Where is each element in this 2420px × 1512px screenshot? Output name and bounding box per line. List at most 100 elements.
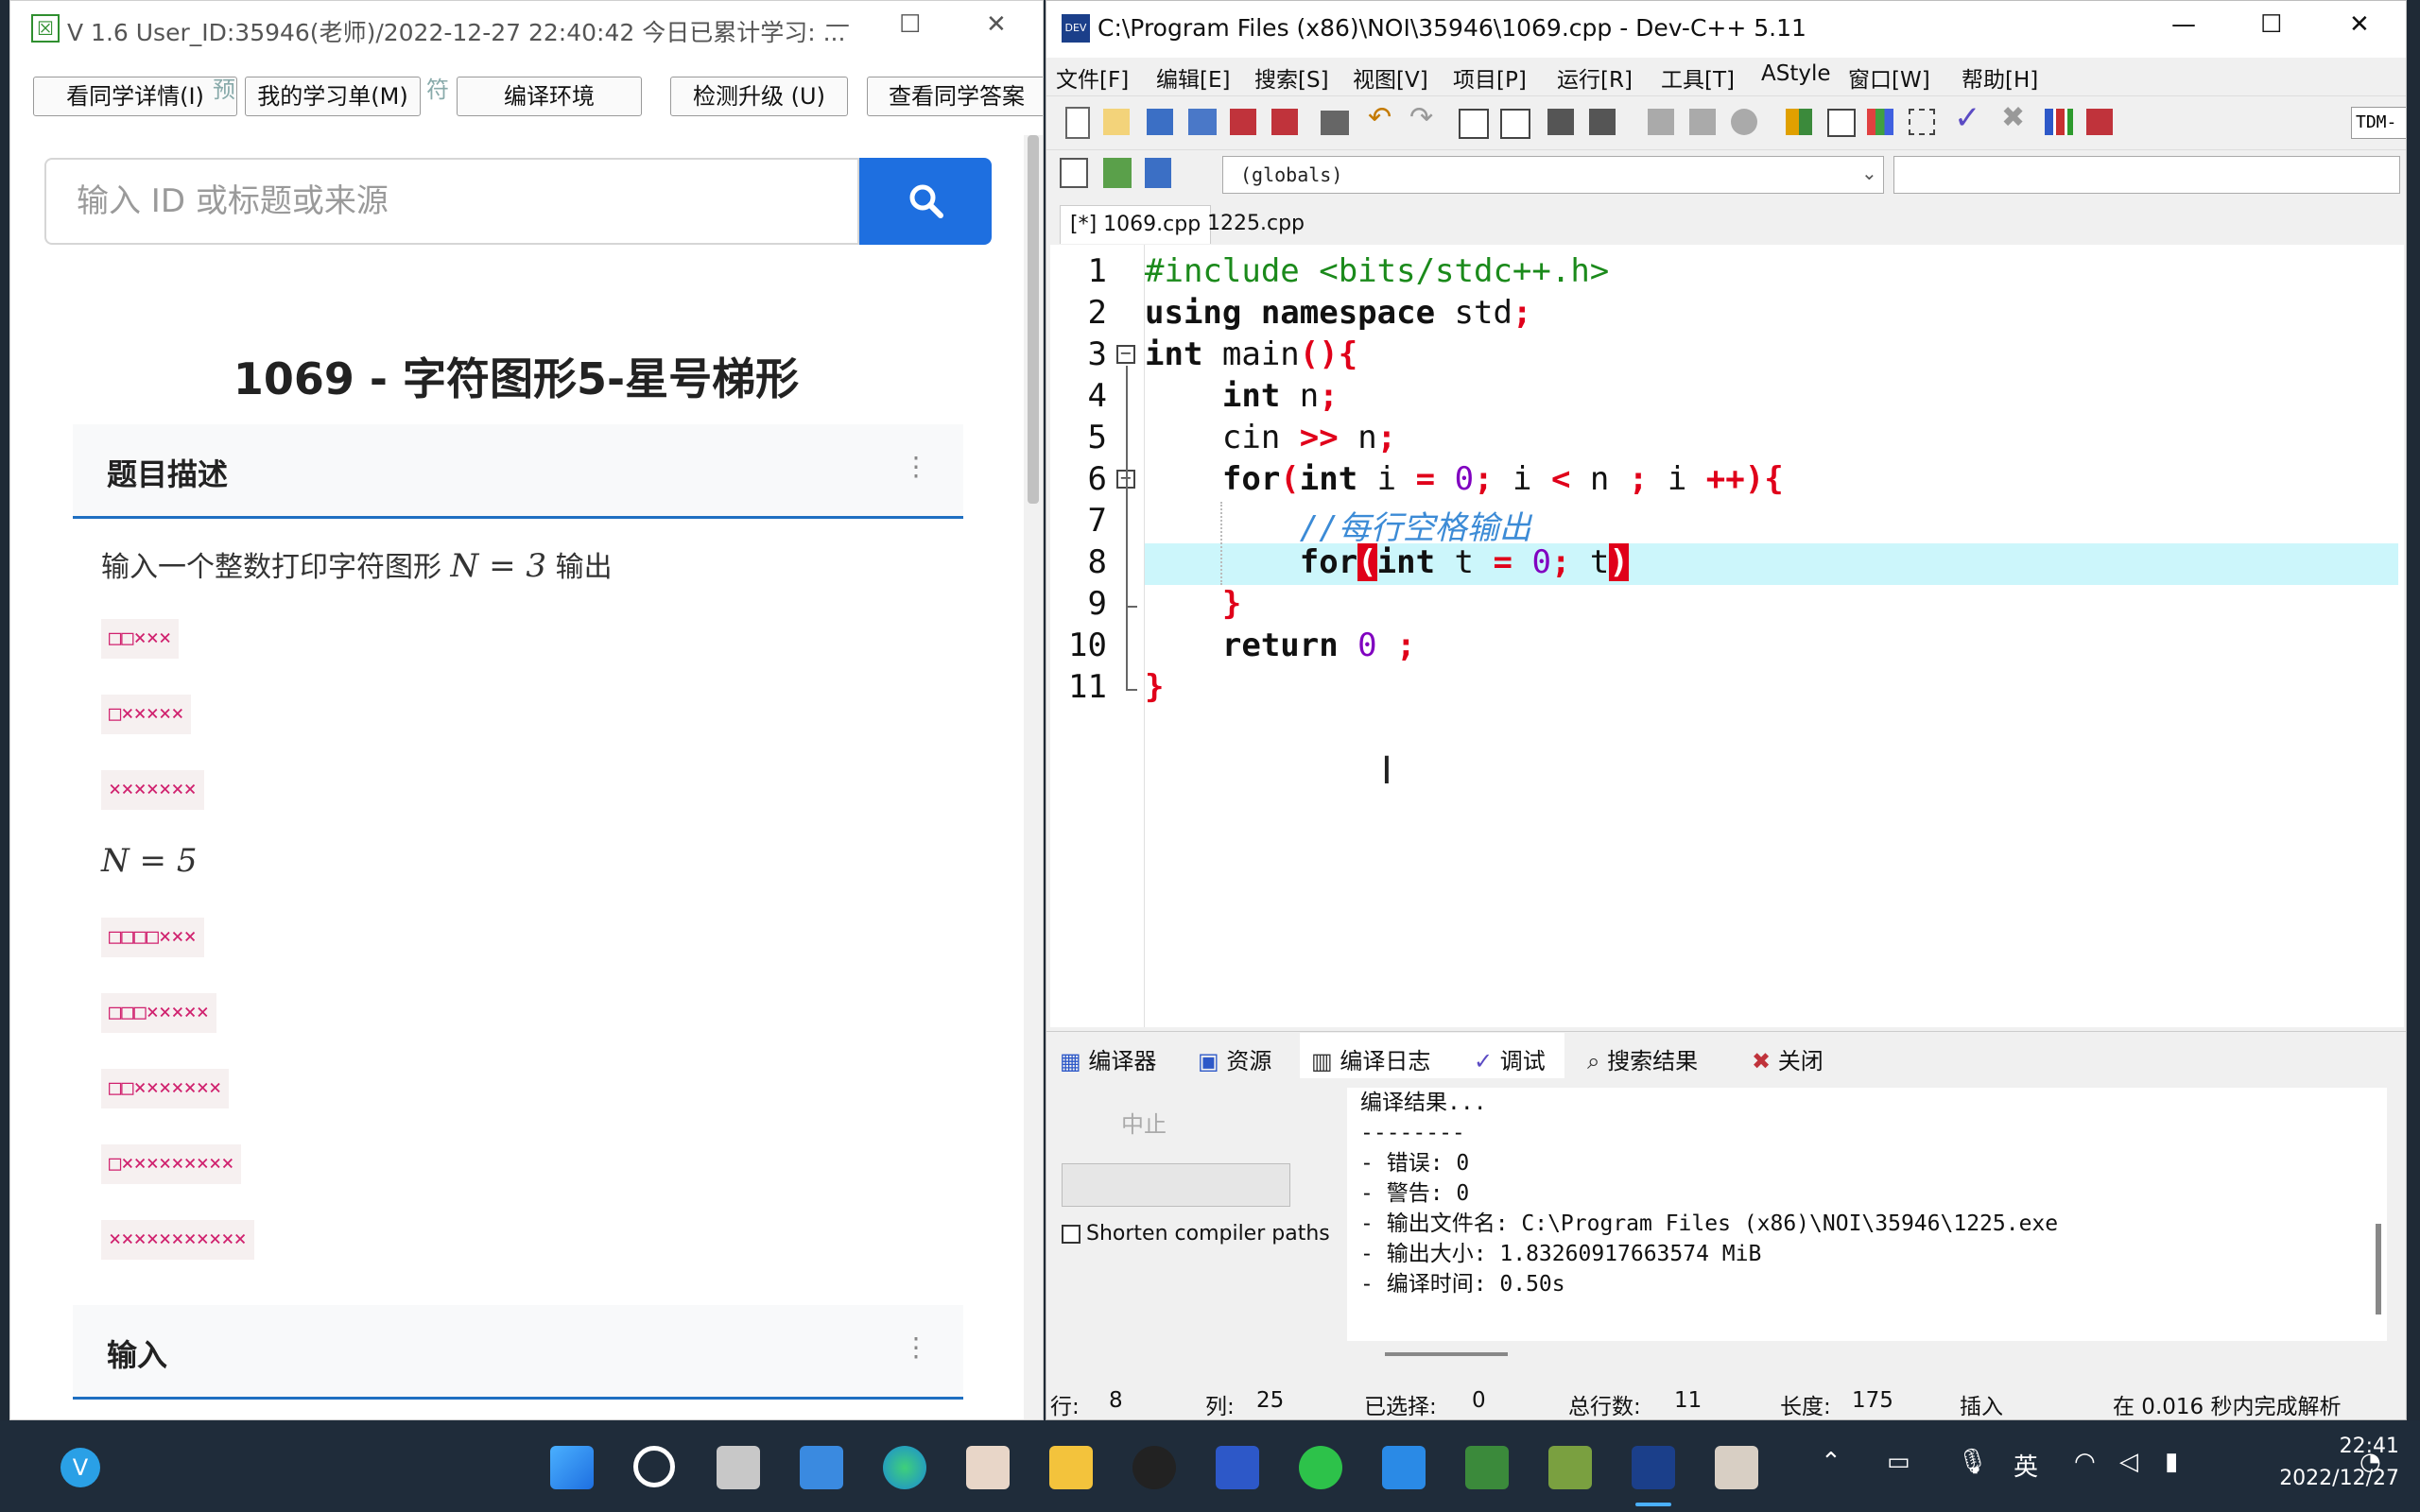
keyboard-icon[interactable]: ▭ bbox=[1887, 1448, 1910, 1476]
word-icon[interactable] bbox=[1382, 1446, 1426, 1489]
peer-details-button[interactable]: 看同学详情(I) bbox=[33, 77, 237, 116]
tab-compile-log[interactable]: ▥ 编译日志 bbox=[1311, 1042, 1430, 1075]
minimize-icon[interactable]: — bbox=[2171, 10, 2196, 39]
menu-project[interactable]: 项目[P] bbox=[1453, 61, 1527, 94]
vpn-icon[interactable]: V bbox=[60, 1448, 100, 1487]
search-icon[interactable] bbox=[633, 1446, 675, 1487]
task-view-icon[interactable] bbox=[717, 1446, 760, 1489]
menu-edit[interactable]: 编辑[E] bbox=[1156, 61, 1230, 94]
check-update-button[interactable]: 检测升级 (U) bbox=[670, 77, 848, 116]
profile-icon[interactable] bbox=[2045, 109, 2073, 135]
battery-icon[interactable]: ▮ bbox=[2165, 1448, 2178, 1476]
checkbox-box[interactable] bbox=[1062, 1225, 1080, 1244]
media-app-icon[interactable] bbox=[1715, 1446, 1758, 1489]
insert-icon[interactable] bbox=[1103, 158, 1132, 188]
close-icon[interactable]: ✕ bbox=[986, 10, 1007, 39]
menu-tools[interactable]: 工具[T] bbox=[1661, 61, 1735, 94]
compile-env-button[interactable]: 编译环境 bbox=[457, 77, 642, 116]
scrollbar-thumb[interactable] bbox=[1028, 135, 1039, 504]
fold-toggle-icon[interactable]: − bbox=[1116, 345, 1135, 364]
close-icon[interactable]: ✕ bbox=[2349, 10, 2370, 39]
devcpp-icon[interactable] bbox=[1632, 1446, 1675, 1489]
wifi-icon[interactable]: ◠ bbox=[2074, 1448, 2096, 1476]
wechat-icon[interactable] bbox=[1299, 1446, 1342, 1489]
file-explorer-icon[interactable] bbox=[1049, 1446, 1093, 1489]
minimize-icon[interactable]: — bbox=[825, 10, 850, 39]
volume-icon[interactable]: ◁ bbox=[2119, 1448, 2138, 1476]
menu-window[interactable]: 窗口[W] bbox=[1848, 61, 1930, 94]
menu-search[interactable]: 搜索[S] bbox=[1254, 61, 1329, 94]
abort-button[interactable]: 中止 bbox=[1062, 1097, 1226, 1152]
function-select[interactable] bbox=[1893, 156, 2400, 194]
chevron-up-icon[interactable]: ⌃ bbox=[1821, 1448, 1841, 1476]
compile-run-icon[interactable] bbox=[1867, 109, 1893, 135]
my-study-list-button[interactable]: 我的学习单(M) bbox=[245, 77, 421, 116]
code-token: ++){ bbox=[1705, 460, 1784, 498]
clock[interactable]: 22:41 2022/12/27 bbox=[2279, 1431, 2399, 1495]
run-icon[interactable] bbox=[1827, 109, 1856, 137]
maximize-icon[interactable]: ☐ bbox=[2260, 10, 2282, 39]
search-button[interactable] bbox=[859, 158, 992, 245]
check-syntax-icon[interactable]: ✓ bbox=[1954, 99, 1988, 137]
search-input[interactable]: 输入 ID 或标题或来源 bbox=[44, 158, 859, 245]
start-icon[interactable] bbox=[550, 1446, 594, 1489]
ime-indicator[interactable]: 英 bbox=[2014, 1448, 2038, 1483]
tab-close[interactable]: ✖ 关闭 bbox=[1752, 1042, 1824, 1075]
tab-resources[interactable]: ▣ 资源 bbox=[1198, 1042, 1271, 1075]
goto-icon[interactable] bbox=[1731, 109, 1757, 135]
tab-1069[interactable]: [*] 1069.cpp bbox=[1060, 205, 1212, 244]
app-icon[interactable] bbox=[966, 1446, 1010, 1489]
class-browser-icon[interactable] bbox=[1060, 158, 1088, 188]
stop-icon[interactable]: ✖ bbox=[2001, 101, 2035, 135]
new-file-icon[interactable] bbox=[1065, 107, 1090, 139]
unindent-icon[interactable] bbox=[1589, 109, 1616, 135]
tab-debug[interactable]: ✓ 调试 bbox=[1474, 1042, 1546, 1075]
tab-1225[interactable]: 1225.cpp bbox=[1198, 205, 1314, 243]
qq-icon[interactable] bbox=[1132, 1446, 1176, 1489]
redo-icon[interactable]: ↷ bbox=[1409, 101, 1443, 135]
replace-icon[interactable] bbox=[1500, 109, 1530, 139]
compile-log[interactable]: 编译结果... -------- - 错误: 0 - 警告: 0 - 输出文件名… bbox=[1347, 1088, 2387, 1341]
indent-icon[interactable] bbox=[1547, 109, 1574, 135]
microphone-icon[interactable]: 🎙 bbox=[1957, 1448, 1988, 1476]
practice-app-icon[interactable] bbox=[1465, 1446, 1509, 1489]
description-section-header[interactable]: 题目描述 ⋮ bbox=[73, 424, 963, 519]
compiler-select[interactable]: TDM- bbox=[2351, 107, 2406, 139]
whiteboard-icon[interactable] bbox=[1216, 1446, 1259, 1489]
close-all-icon[interactable] bbox=[1271, 109, 1298, 135]
chevron-down-icon[interactable]: ⌄ bbox=[1861, 162, 1877, 184]
toggle-icon[interactable] bbox=[1145, 158, 1171, 188]
compile-icon[interactable] bbox=[1786, 109, 1812, 135]
find-icon[interactable] bbox=[1459, 109, 1489, 139]
menu-help[interactable]: 帮助[H] bbox=[1962, 61, 2038, 94]
edge-browser-icon[interactable] bbox=[883, 1446, 926, 1489]
log-hscrollbar-thumb[interactable] bbox=[1385, 1352, 1508, 1356]
editor-app-icon[interactable] bbox=[1548, 1446, 1592, 1489]
notification-icon[interactable]: ◔ bbox=[2360, 1448, 2381, 1476]
menu-view[interactable]: 视图[V] bbox=[1353, 61, 1428, 94]
input-section-header[interactable]: 输入 ⋮ bbox=[73, 1305, 963, 1400]
bookmark-prev-icon[interactable] bbox=[1648, 109, 1674, 135]
save-all-icon[interactable] bbox=[1188, 109, 1217, 135]
undo-icon[interactable]: ↶ bbox=[1368, 101, 1402, 135]
rebuild-icon[interactable] bbox=[1909, 109, 1935, 135]
widgets-icon[interactable] bbox=[800, 1446, 843, 1489]
delete-profile-icon[interactable] bbox=[2086, 109, 2113, 135]
shorten-paths-checkbox[interactable]: Shorten compiler paths bbox=[1062, 1222, 1330, 1246]
log-scrollbar-thumb[interactable] bbox=[2376, 1224, 2381, 1314]
peer-answer-button[interactable]: 查看同学答案 bbox=[867, 77, 1043, 116]
menu-file[interactable]: 文件[F] bbox=[1056, 61, 1129, 94]
more-icon[interactable]: ⋮ bbox=[903, 451, 929, 482]
tab-compiler[interactable]: ▦ 编译器 bbox=[1060, 1042, 1156, 1075]
tab-search-results[interactable]: ⌕ 搜索结果 bbox=[1587, 1042, 1698, 1075]
maximize-icon[interactable]: ☐ bbox=[899, 10, 921, 39]
open-file-icon[interactable] bbox=[1103, 109, 1130, 135]
save-icon[interactable] bbox=[1147, 109, 1173, 135]
menu-run[interactable]: 运行[R] bbox=[1557, 61, 1633, 94]
close-file-icon[interactable] bbox=[1230, 109, 1256, 135]
bookmark-next-icon[interactable] bbox=[1689, 109, 1716, 135]
print-icon[interactable] bbox=[1321, 111, 1349, 135]
scope-select[interactable]: (globals) bbox=[1222, 156, 1884, 194]
menu-astyle[interactable]: AStyle bbox=[1761, 61, 1831, 86]
more-icon[interactable]: ⋮ bbox=[903, 1332, 929, 1363]
